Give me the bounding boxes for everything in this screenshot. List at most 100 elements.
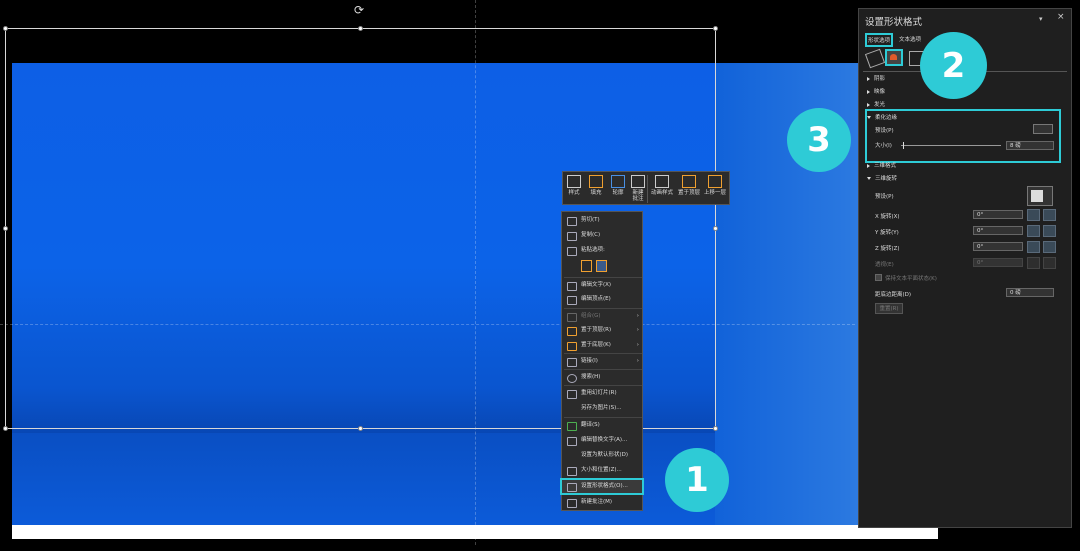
menu-item-copy[interactable]: 复制(C): [562, 229, 642, 242]
mini-fill-button[interactable]: 填充: [585, 172, 607, 204]
menu-item-new-comment[interactable]: 新建批注(M): [562, 496, 642, 509]
menu-item-translate[interactable]: 翻译(S): [562, 419, 642, 432]
fill-line-icon[interactable]: [864, 48, 886, 69]
mini-animation-button[interactable]: 动画样式: [648, 172, 676, 204]
x-rotation-label: X 旋转(X): [875, 214, 900, 220]
section-3d-format[interactable]: 三维格式: [867, 161, 896, 169]
menu-item-format-shape[interactable]: 设置形状格式(O)...: [560, 478, 644, 495]
mini-bring-forward-button[interactable]: 上移一层: [702, 172, 728, 204]
rotate-up-icon[interactable]: [1043, 225, 1056, 237]
submenu-chevron-icon: ›: [636, 313, 639, 319]
resize-handle[interactable]: [358, 26, 363, 31]
step-badge-1: 1: [665, 448, 729, 512]
rotation-preset-dropdown[interactable]: [1027, 186, 1053, 206]
perspective-input[interactable]: 0°: [973, 258, 1023, 267]
resize-handle[interactable]: [3, 226, 8, 231]
menu-item-set-default-shape[interactable]: 设置为默认形状(D): [562, 449, 642, 462]
section-soft-edges[interactable]: 柔化边缘: [867, 113, 897, 121]
style-icon: [567, 175, 581, 188]
submenu-chevron-icon: ›: [636, 342, 639, 348]
menu-item-send-to-back[interactable]: 置于底层(K) ›: [562, 339, 642, 352]
resize-handle[interactable]: [358, 426, 363, 431]
section-shadow[interactable]: 阴影: [867, 74, 885, 82]
rotate-left-icon[interactable]: [1027, 209, 1040, 221]
keep-text-flat-checkbox[interactable]: [875, 274, 882, 281]
menu-item-group[interactable]: 组合(G) ›: [562, 310, 642, 323]
y-rotation-input[interactable]: 0°: [973, 226, 1023, 235]
expanded-triangle-icon: [867, 177, 871, 180]
context-menu: 剪切(T) 复制(C) 粘贴选项: 编辑文字(X) 编辑顶点(E) 组合(G) ›…: [560, 211, 644, 511]
keep-text-flat-label: 保持文本平面状态(K): [885, 276, 937, 282]
menu-item-cut[interactable]: 剪切(T): [562, 214, 642, 227]
menu-item-link[interactable]: 链接(I) ›: [562, 355, 642, 368]
mini-outline-button[interactable]: 轮廓: [607, 172, 629, 204]
format-shape-icon: [567, 483, 577, 492]
pane-options-chevron-icon[interactable]: ▾: [1039, 15, 1043, 23]
outline-icon: [611, 175, 625, 188]
submenu-chevron-icon: ›: [636, 327, 639, 333]
pane-title: 设置形状格式: [865, 17, 923, 28]
tab-shape-options[interactable]: 形状选项: [864, 33, 894, 47]
translate-icon: [567, 422, 577, 431]
menu-item-bring-to-front[interactable]: 置于顶层(R) ›: [562, 324, 642, 337]
effects-pentagon-icon: [890, 54, 897, 60]
z-rotation-input[interactable]: 0°: [973, 242, 1023, 251]
rotate-counterclockwise-icon[interactable]: [1027, 241, 1040, 253]
slider-thumb[interactable]: [903, 142, 904, 149]
mini-toolbar: 样式 填充 轮廓 新建 批注 动画样式 置于顶层 上移一层: [562, 171, 730, 205]
rotation-preset-label: 预设(P): [875, 194, 894, 200]
menu-item-reuse-slides[interactable]: 重用幻灯片(R): [562, 387, 642, 400]
section-reflection[interactable]: 映像: [867, 87, 885, 95]
paste-icon: [567, 247, 577, 256]
soft-edges-size-slider[interactable]: [901, 145, 1001, 146]
mini-style-button[interactable]: 样式: [563, 172, 585, 204]
expanded-triangle-icon: [867, 116, 871, 119]
resize-handle[interactable]: [713, 426, 718, 431]
rotate-down-icon[interactable]: [1027, 225, 1040, 237]
menu-item-edit-points[interactable]: 编辑顶点(E): [562, 293, 642, 306]
menu-item-size-position[interactable]: 大小和位置(Z)...: [562, 464, 642, 477]
bring-to-front-icon: [682, 175, 696, 188]
rotate-clockwise-icon[interactable]: [1043, 241, 1056, 253]
resize-handle[interactable]: [713, 226, 718, 231]
mini-bring-front-button[interactable]: 置于顶层: [676, 172, 702, 204]
reuse-slides-icon: [567, 390, 577, 399]
search-icon: [567, 374, 577, 383]
narrow-perspective-icon[interactable]: [1027, 257, 1040, 269]
close-icon[interactable]: ×: [1057, 12, 1065, 22]
soft-edges-preset-dropdown[interactable]: [1033, 124, 1053, 134]
edit-text-icon: [567, 282, 577, 291]
x-rotation-input[interactable]: 0°: [973, 210, 1023, 219]
menu-divider: [564, 369, 642, 370]
effects-icon[interactable]: [885, 49, 903, 66]
menu-divider: [564, 308, 642, 309]
paste-keep-format-icon[interactable]: [581, 260, 592, 272]
step-badge-2: 2: [920, 32, 987, 99]
mini-new-comment-button[interactable]: 新建 批注: [629, 172, 647, 204]
collapsed-triangle-icon: [867, 89, 870, 94]
send-to-back-icon: [567, 342, 577, 351]
widen-perspective-icon[interactable]: [1043, 257, 1056, 269]
resize-handle[interactable]: [3, 426, 8, 431]
reset-button[interactable]: 重置(R): [875, 303, 903, 314]
scissors-icon: [567, 217, 577, 226]
soft-edges-size-input[interactable]: 8 磅: [1006, 141, 1054, 150]
new-comment-icon: [567, 499, 577, 508]
distance-input[interactable]: 0 磅: [1006, 288, 1054, 297]
resize-handle[interactable]: [713, 26, 718, 31]
z-rotation-label: Z 旋转(Z): [875, 246, 900, 252]
menu-item-alt-text[interactable]: 编辑替换文字(A)...: [562, 434, 642, 447]
resize-handle[interactable]: [3, 26, 8, 31]
section-3d-rotation[interactable]: 三维旋转: [867, 174, 897, 182]
menu-item-save-as-picture[interactable]: 另存为图片(S)...: [562, 402, 642, 415]
collapsed-triangle-icon: [867, 163, 870, 168]
rotate-handle-icon[interactable]: ⟳: [354, 4, 366, 16]
distance-label: 距底边距离(D): [875, 292, 912, 298]
section-glow[interactable]: 发光: [867, 100, 885, 108]
menu-item-edit-text[interactable]: 编辑文字(X): [562, 279, 642, 292]
menu-item-search[interactable]: 搜索(H): [562, 371, 642, 384]
paste-picture-icon[interactable]: [596, 260, 607, 272]
tab-text-options[interactable]: 文本选项: [899, 35, 921, 43]
menu-divider: [564, 353, 642, 354]
rotate-right-icon[interactable]: [1043, 209, 1056, 221]
